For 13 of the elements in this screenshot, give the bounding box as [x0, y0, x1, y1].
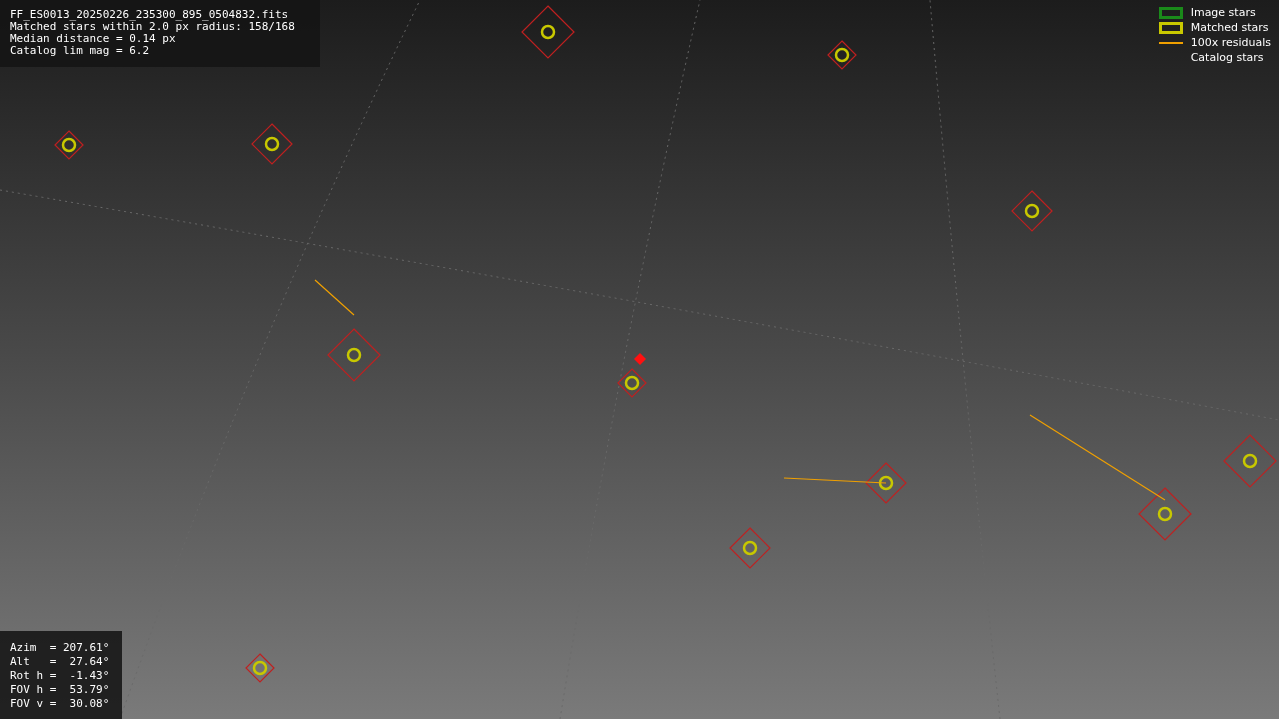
legend-label: Catalog stars [1190, 51, 1264, 64]
legend-label: Image stars [1190, 6, 1256, 19]
pointing-text: Alt = 27.64° [10, 655, 111, 669]
pointing-text: Rot h = -1.43° [10, 669, 111, 683]
legend-label: Matched stars [1190, 21, 1269, 34]
info-text: Catalog lim mag = 6.2 [10, 45, 151, 58]
pointing-text: FOV v = 30.08° [10, 697, 111, 711]
pointing-text: FOV h = 53.79° [10, 683, 111, 697]
info-text: FF_ES0013_20250226_235300_895_0504832.fits [10, 9, 290, 21]
info-text: Median distance = 0.14 px [10, 33, 177, 46]
pointing-text: Azim = 207.61° [10, 641, 111, 655]
info-text: Matched stars within 2.0 px radius: 158/168 [10, 21, 296, 34]
legend-label: 100x residuals [1190, 36, 1271, 49]
